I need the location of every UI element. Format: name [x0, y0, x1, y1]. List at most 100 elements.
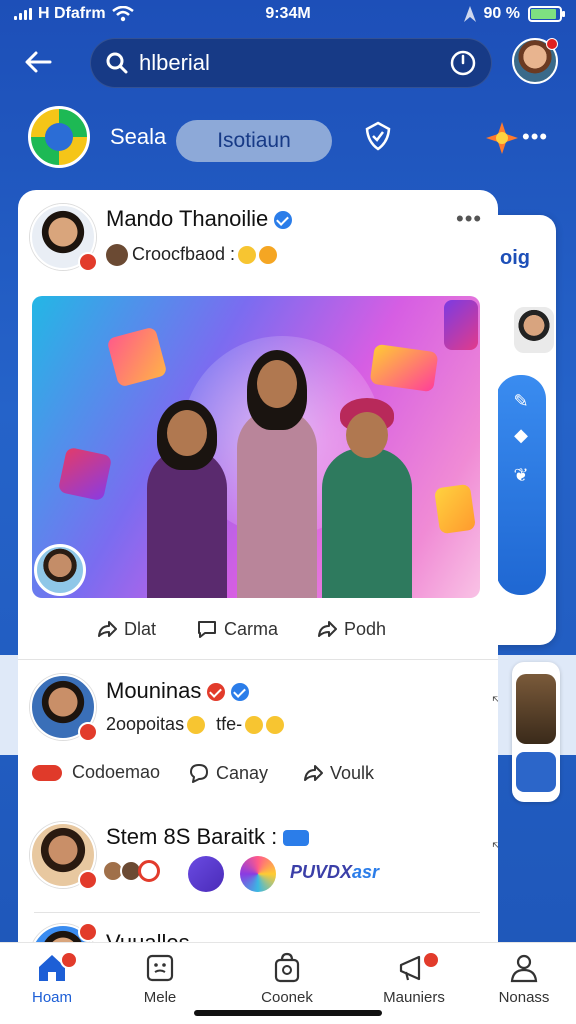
notification-badge — [546, 38, 558, 50]
status-bar: H Dfafrm 9:34M 90 % — [0, 0, 576, 28]
profile-icon — [510, 954, 538, 983]
leaf-icon[interactable]: ❦ — [510, 465, 532, 487]
side-card-label: oig — [500, 247, 530, 269]
share-icon — [98, 621, 117, 637]
action-carma[interactable]: Carma — [196, 618, 278, 640]
back-arrow-icon[interactable] — [22, 46, 54, 78]
home-indicator — [194, 1010, 382, 1016]
puzzle-icon[interactable]: ◆ — [510, 425, 532, 447]
user-avatar[interactable] — [512, 38, 558, 84]
nav-mele[interactable]: Mele — [110, 951, 210, 1006]
nav-label: Mauniers — [383, 989, 445, 1006]
emoji-icon — [266, 716, 285, 735]
floating-icon — [433, 483, 477, 535]
subtitle-text: 2oopoitas — [106, 714, 185, 734]
side-card-secondary[interactable] — [512, 662, 560, 802]
author-name-text: Mouninas — [106, 678, 202, 703]
post-more-icon[interactable]: ••• — [456, 206, 482, 232]
author-name[interactable]: Mouninas — [106, 678, 250, 704]
power-icon[interactable] — [449, 49, 477, 77]
mini-avatar — [138, 860, 160, 882]
post-subtitle: Croocfbaod : — [106, 244, 278, 267]
tool-icon[interactable]: ✎ — [510, 391, 532, 413]
tab-row: Seala Isotiaun ••• — [0, 102, 576, 172]
search-input[interactable] — [139, 50, 439, 76]
side-avatar[interactable] — [512, 305, 556, 355]
floating-icon — [57, 446, 113, 502]
bag-icon — [274, 952, 300, 983]
brand-label[interactable]: PUVDXasr — [290, 862, 379, 883]
author-name-text: Stem 8S Baraitk : — [106, 824, 278, 849]
nav-coonek[interactable]: Coonek — [237, 951, 337, 1006]
action-canay[interactable]: Canay — [188, 762, 268, 784]
subtitle-extra-text: tfe- — [216, 714, 243, 734]
search-bar[interactable] — [90, 38, 492, 88]
expand-icon[interactable]: ⤡ — [492, 840, 498, 858]
feed: Mando Thanoilie Croocfbaod : ••• Dlat Ca… — [18, 190, 498, 950]
floating-icon — [106, 326, 168, 388]
divider — [18, 659, 498, 660]
emoji-icon — [238, 246, 257, 265]
brand-text: PUVDX — [290, 862, 353, 882]
share-icon — [318, 621, 337, 637]
emoji-icon — [245, 716, 264, 735]
carrier-name: H Dfafrm — [38, 5, 106, 22]
camera-app-icon[interactable] — [240, 856, 276, 892]
nav-nonass[interactable]: Nonass — [474, 951, 574, 1006]
live-badge — [78, 252, 98, 272]
live-badge — [78, 922, 98, 942]
action-label: Codoemao — [72, 762, 161, 782]
image-avatar[interactable] — [34, 544, 86, 596]
battery-percent: 90 % — [483, 5, 520, 22]
share-icon — [304, 765, 323, 781]
subtitle-text: Croocfbaod : — [132, 244, 236, 264]
divider — [34, 912, 480, 913]
location-icon — [463, 6, 476, 22]
signal-icon — [14, 8, 32, 20]
floating-icon — [444, 300, 478, 350]
action-label: Carma — [224, 618, 279, 639]
floating-icon — [369, 343, 439, 393]
action-voulk[interactable]: Voulk — [302, 762, 374, 784]
post-image[interactable] — [32, 296, 480, 598]
author-name[interactable]: Mando Thanoilie — [106, 206, 293, 232]
author-avatar[interactable] — [30, 674, 98, 742]
action-label: Dlat — [124, 618, 157, 639]
action-dlat[interactable]: Dlat — [96, 618, 156, 640]
nav-label: Mele — [143, 989, 177, 1006]
wifi-icon — [111, 6, 134, 22]
search-icon — [106, 52, 128, 74]
verified-icon — [231, 683, 250, 702]
verified-icon — [274, 211, 293, 230]
sparkle-icon[interactable] — [484, 120, 520, 156]
comment-icon — [190, 764, 208, 783]
author-avatar[interactable] — [30, 204, 98, 272]
person-figure — [237, 350, 317, 598]
author-name[interactable]: Stem 8S Baraitk : — [106, 824, 310, 850]
action-podh[interactable]: Podh — [316, 618, 386, 640]
nav-home[interactable]: Hoam — [2, 951, 102, 1006]
community-icon[interactable] — [188, 856, 224, 892]
nav-mauniers[interactable]: Mauniers — [364, 951, 464, 1006]
emoji-icon — [187, 716, 206, 735]
app-logo[interactable] — [28, 106, 90, 168]
live-badge — [78, 722, 98, 742]
side-action-panel[interactable]: ✎ ◆ ❦ — [496, 375, 546, 595]
header — [0, 36, 576, 90]
more-options-icon[interactable]: ••• — [522, 124, 548, 150]
expand-icon[interactable]: ⤡ — [492, 694, 498, 712]
action-label: Podh — [344, 618, 387, 639]
author-avatar[interactable] — [30, 822, 98, 890]
person-figure — [322, 398, 412, 598]
tab-seala[interactable]: Seala — [110, 124, 166, 150]
action-codoemao[interactable]: Codoemao — [32, 762, 160, 783]
face-icon — [146, 954, 174, 982]
nav-label: Hoam — [31, 989, 72, 1006]
person-figure — [147, 400, 227, 598]
shield-icon[interactable] — [362, 120, 394, 152]
battery-icon — [528, 6, 565, 22]
nav-label: Nonass — [498, 989, 550, 1006]
brand-suffix: asr — [352, 862, 380, 882]
tab-active[interactable]: Isotiaun — [176, 120, 332, 162]
live-chip-icon — [32, 764, 62, 781]
